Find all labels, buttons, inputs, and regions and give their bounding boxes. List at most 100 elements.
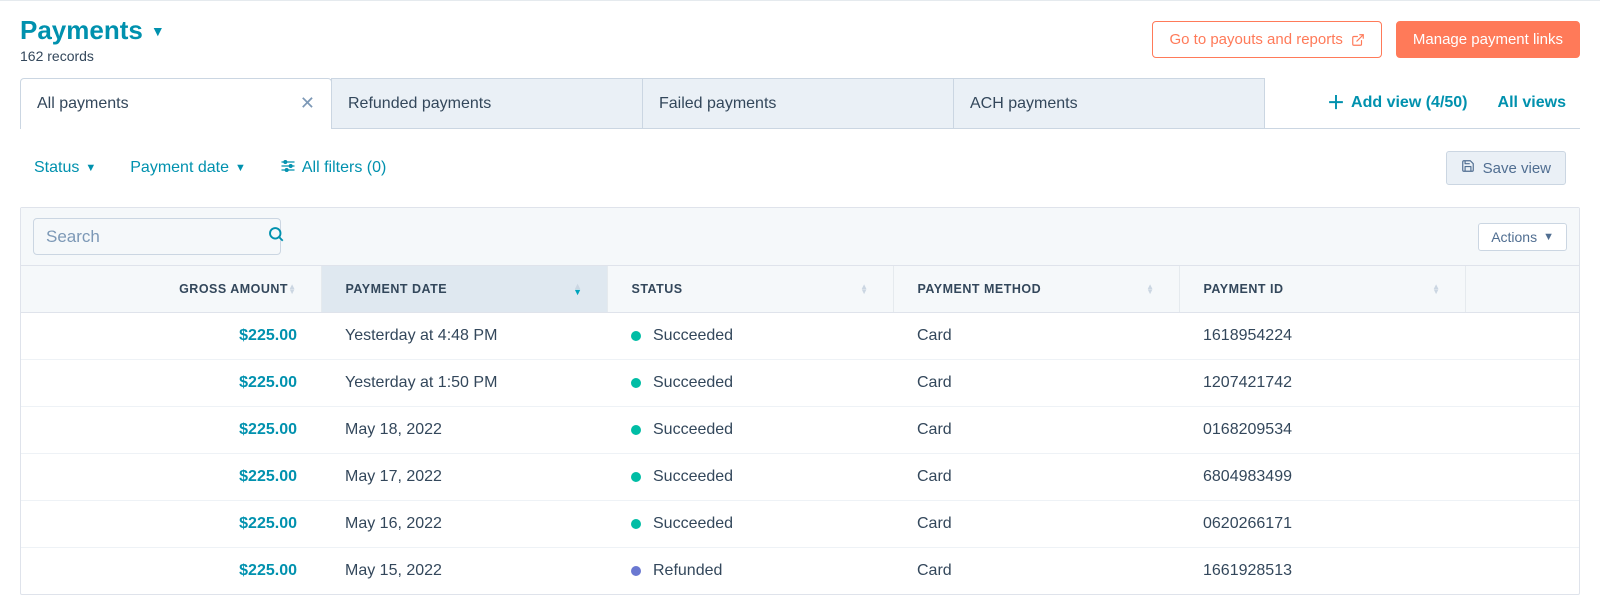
record-count: 162 records: [20, 48, 165, 64]
cell-spacer: [1465, 501, 1579, 548]
filter-payment-date[interactable]: Payment date ▼: [130, 159, 246, 177]
page-title-dropdown[interactable]: Payments ▼: [20, 15, 165, 46]
cell-status: Succeeded: [607, 501, 893, 548]
tab-label: All payments: [37, 95, 129, 113]
status-text: Succeeded: [653, 327, 733, 345]
save-view-button[interactable]: Save view: [1446, 151, 1566, 185]
status-dot-icon: [631, 472, 641, 482]
cell-status: Succeeded: [607, 313, 893, 360]
payouts-reports-button[interactable]: Go to payouts and reports: [1152, 21, 1381, 58]
cell-payment-date: May 15, 2022: [321, 548, 607, 595]
status-dot-icon: [631, 566, 641, 576]
col-spacer: [1465, 266, 1579, 313]
col-label: GROSS AMOUNT: [45, 282, 288, 296]
sort-icon: ▲▼: [1432, 284, 1440, 294]
cell-payment-method: Card: [893, 548, 1179, 595]
view-tabs: All payments ✕ Refunded payments Failed …: [20, 78, 1580, 129]
filter-status-label: Status: [34, 159, 79, 177]
table-actions-label: Actions: [1491, 229, 1537, 245]
cell-payment-date: May 18, 2022: [321, 407, 607, 454]
table-row[interactable]: $225.00May 15, 2022 Refunded Card166192851…: [21, 548, 1579, 595]
add-view-label: Add view (4/50): [1351, 94, 1467, 112]
cell-payment-method: Card: [893, 407, 1179, 454]
cell-spacer: [1465, 407, 1579, 454]
col-gross-amount[interactable]: GROSS AMOUNT ▲▼: [21, 266, 321, 313]
cell-gross-amount[interactable]: $225.00: [21, 407, 321, 454]
col-label: PAYMENT DATE: [346, 282, 448, 296]
payments-table-container: Actions ▼ GROSS AMOUNT ▲▼ PAYMENT DAT: [20, 207, 1580, 595]
all-views-link[interactable]: All views: [1498, 94, 1566, 112]
chevron-down-icon: ▼: [235, 162, 246, 174]
manage-payment-links-button[interactable]: Manage payment links: [1396, 21, 1580, 58]
save-view-label: Save view: [1483, 160, 1551, 177]
cell-status: Succeeded: [607, 407, 893, 454]
cell-payment-method: Card: [893, 454, 1179, 501]
cell-spacer: [1465, 548, 1579, 595]
col-payment-method[interactable]: PAYMENT METHOD ▲▼: [893, 266, 1179, 313]
save-icon: [1461, 159, 1475, 177]
cell-gross-amount[interactable]: $225.00: [21, 360, 321, 407]
col-payment-date[interactable]: PAYMENT DATE ▲▼: [321, 266, 607, 313]
status-text: Succeeded: [653, 421, 733, 439]
col-label: PAYMENT ID: [1204, 282, 1284, 296]
cell-gross-amount[interactable]: $225.00: [21, 501, 321, 548]
status-dot-icon: [631, 519, 641, 529]
table-row[interactable]: $225.00May 16, 2022SucceededCard06202661…: [21, 501, 1579, 548]
plus-icon: ＋: [1327, 94, 1345, 112]
filter-status[interactable]: Status ▼: [34, 159, 96, 177]
col-label: STATUS: [632, 282, 683, 296]
table-row[interactable]: $225.00May 17, 2022 Succeeded Card68049834…: [21, 454, 1579, 501]
cell-payment-id: 1661928513: [1179, 548, 1465, 595]
cell-payment-id: 0168209534: [1179, 407, 1465, 454]
table-actions-button[interactable]: Actions ▼: [1478, 223, 1567, 251]
all-filters-button[interactable]: All filters (0): [280, 158, 386, 179]
tab-all-payments[interactable]: All payments ✕: [20, 78, 332, 128]
cell-gross-amount[interactable]: $225.00: [21, 313, 321, 360]
sort-icon: ▲▼: [1146, 284, 1154, 294]
add-view-button[interactable]: ＋ Add view (4/50): [1327, 94, 1467, 112]
status-text: Succeeded: [653, 515, 733, 533]
cell-spacer: [1465, 360, 1579, 407]
cell-status: Succeeded: [607, 454, 893, 501]
search-icon: [267, 225, 285, 248]
cell-gross-amount[interactable]: $225.00: [21, 454, 321, 501]
status-text: Succeeded: [653, 374, 733, 392]
status-dot-icon: [631, 331, 641, 341]
close-icon[interactable]: ✕: [292, 93, 315, 114]
cell-payment-id: 0620266171: [1179, 501, 1465, 548]
table-row[interactable]: $225.00Yesterday at 4:48 PMSucceededCard…: [21, 313, 1579, 360]
cell-payment-date: Yesterday at 1:50 PM: [321, 360, 607, 407]
tab-failed-payments[interactable]: Failed payments: [642, 78, 954, 128]
cell-gross-amount[interactable]: $225.00: [21, 548, 321, 595]
external-link-icon: [1351, 33, 1365, 47]
tab-label: Failed payments: [659, 95, 776, 113]
search-box[interactable]: [33, 218, 281, 255]
col-status[interactable]: STATUS ▲▼: [607, 266, 893, 313]
page-title: Payments: [20, 15, 143, 46]
sort-icon: ▲▼: [288, 284, 296, 294]
tab-refunded-payments[interactable]: Refunded payments: [331, 78, 643, 128]
col-payment-id[interactable]: PAYMENT ID ▲▼: [1179, 266, 1465, 313]
cell-payment-id: 1618954224: [1179, 313, 1465, 360]
status-text: Succeeded: [653, 468, 733, 486]
table-row[interactable]: $225.00Yesterday at 1:50 PMSucceededCard…: [21, 360, 1579, 407]
cell-payment-date: May 17, 2022: [321, 454, 607, 501]
cell-payment-id: 1207421742: [1179, 360, 1465, 407]
chevron-down-icon: ▼: [1543, 231, 1554, 243]
payments-table: GROSS AMOUNT ▲▼ PAYMENT DATE ▲▼ STATUS: [21, 266, 1579, 594]
cell-status: Succeeded: [607, 360, 893, 407]
chevron-down-icon: ▼: [85, 162, 96, 174]
tab-ach-payments[interactable]: ACH payments: [953, 78, 1265, 128]
filter-sliders-icon: [280, 158, 296, 179]
cell-payment-id: 6804983499: [1179, 454, 1465, 501]
manage-payment-links-label: Manage payment links: [1413, 31, 1563, 48]
chevron-down-icon: ▼: [151, 23, 165, 39]
sort-icon: ▲▼: [860, 284, 868, 294]
tab-label: ACH payments: [970, 95, 1078, 113]
status-text: Refunded: [653, 562, 722, 580]
col-label: PAYMENT METHOD: [918, 282, 1042, 296]
cell-payment-method: Card: [893, 313, 1179, 360]
table-row[interactable]: $225.00May 18, 2022 Succeeded Card01682095…: [21, 407, 1579, 454]
sort-desc-icon: ▲▼: [573, 283, 582, 295]
search-input[interactable]: [46, 227, 267, 247]
